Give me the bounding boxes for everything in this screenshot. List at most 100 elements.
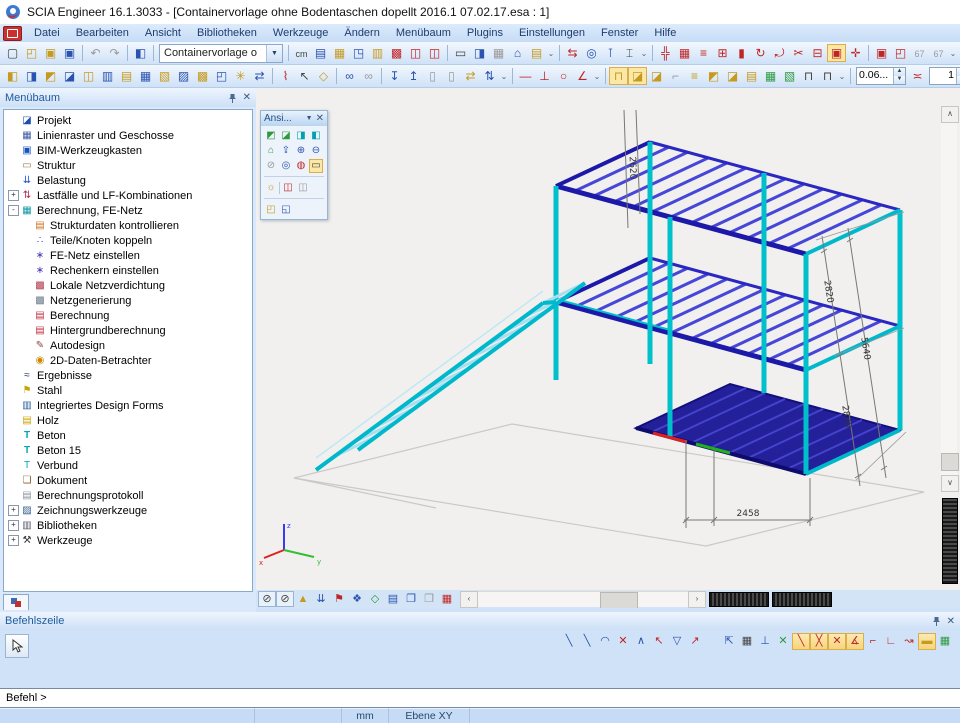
menu-plugins[interactable]: Plugins <box>459 27 511 39</box>
tree-item-bibliotheken[interactable]: +Bibliotheken <box>4 518 252 533</box>
render-window-alt-icon[interactable] <box>420 591 438 607</box>
member-curve-icon[interactable] <box>770 44 789 62</box>
horizontal-scrollbar[interactable] <box>460 591 706 607</box>
tree-item-autodesign[interactable]: Autodesign <box>4 338 252 353</box>
light-icon[interactable] <box>264 181 278 195</box>
view-settings-icon[interactable] <box>296 181 310 195</box>
snap-face-icon[interactable] <box>668 633 686 650</box>
flip-icon[interactable] <box>480 67 499 85</box>
tree-item-werkzeuge[interactable]: +Werkzeuge <box>4 533 252 548</box>
draw-perpendicular-icon[interactable] <box>535 67 554 85</box>
scale-spinner[interactable]: 0.06... ▲▼ <box>856 67 906 85</box>
print-preview-icon[interactable] <box>470 44 489 62</box>
vscroll-track[interactable] <box>941 123 957 475</box>
scia-window-icon[interactable] <box>3 26 22 41</box>
beam-tool-1-icon[interactable] <box>3 67 22 85</box>
print-icon[interactable] <box>451 44 470 62</box>
zoom-previous-icon[interactable] <box>264 159 278 173</box>
pin-icon[interactable] <box>932 616 941 626</box>
beam-tool-4-icon[interactable] <box>60 67 79 85</box>
tree-item-struktur[interactable]: Struktur <box>4 158 252 173</box>
frame-mode-7-icon[interactable] <box>723 67 742 85</box>
member-grid-icon[interactable] <box>675 44 694 62</box>
zoom-all-icon[interactable] <box>279 159 293 173</box>
labels-display-icon[interactable] <box>330 591 348 607</box>
results-window-icon[interactable] <box>425 44 444 62</box>
redo-icon[interactable] <box>105 44 124 62</box>
draw-circle-icon[interactable] <box>554 67 573 85</box>
member-add-icon[interactable] <box>656 44 675 62</box>
supports-display-icon[interactable] <box>294 591 312 607</box>
tree-item-netzverdichtung[interactable]: Lokale Netzverdichtung <box>4 278 252 293</box>
menu-datei[interactable]: Datei <box>26 27 68 39</box>
balance-icon[interactable] <box>908 67 927 85</box>
mesh-icon[interactable] <box>387 44 406 62</box>
link-icon[interactable] <box>340 67 359 85</box>
beam-tool-8-icon[interactable] <box>136 67 155 85</box>
snap-line-icon[interactable] <box>560 633 578 650</box>
snap-node-active-icon[interactable] <box>828 633 846 650</box>
member-active-mode-icon[interactable] <box>827 44 846 62</box>
tree-item-verbund[interactable]: Verbund <box>4 458 252 473</box>
member-rotate-icon[interactable] <box>751 44 770 62</box>
member-remove-icon[interactable] <box>808 44 827 62</box>
calculation-window-icon[interactable] <box>406 44 425 62</box>
expander-plus[interactable]: + <box>8 535 19 546</box>
snap-endpoint-icon[interactable] <box>578 633 596 650</box>
view-parameters-icon[interactable] <box>279 203 293 217</box>
snap-arc-icon[interactable] <box>596 633 614 650</box>
command-input[interactable]: Befehl > <box>0 688 960 708</box>
menu-hilfe[interactable]: Hilfe <box>646 27 684 39</box>
view-z-icon[interactable] <box>294 129 308 143</box>
cursor-mode-button[interactable] <box>5 634 29 658</box>
document-home-icon[interactable] <box>508 44 527 62</box>
draw-angle-icon[interactable] <box>573 67 592 85</box>
snap-cross-active-icon[interactable] <box>810 633 828 650</box>
tree-item-holz[interactable]: Holz <box>4 413 252 428</box>
tree-item-linienraster[interactable]: Linienraster und Geschosse <box>4 128 252 143</box>
render-window-icon[interactable] <box>402 591 420 607</box>
tree-item-dokument[interactable]: Dokument <box>4 473 252 488</box>
tree-item-strukturdaten[interactable]: Strukturdaten kontrollieren <box>4 218 252 233</box>
scroll-left-icon[interactable] <box>460 591 478 608</box>
palette-close-icon[interactable] <box>316 113 324 124</box>
close-command-panel-icon[interactable] <box>947 616 955 627</box>
beam-tool-5-icon[interactable] <box>79 67 98 85</box>
load-view-icon[interactable] <box>891 44 910 62</box>
hscroll-track[interactable] <box>478 591 688 607</box>
expander-plus[interactable]: + <box>8 190 19 201</box>
tree-item-bim[interactable]: BIM-Werkzeugkasten <box>4 143 252 158</box>
beam-tool-12-icon[interactable] <box>212 67 231 85</box>
bottom-deck[interactable] <box>636 384 900 474</box>
volumes-toggle-icon[interactable] <box>258 591 276 607</box>
snap-ortho-icon[interactable] <box>756 633 774 650</box>
tree-item-ergebnisse[interactable]: Ergebnisse <box>4 368 252 383</box>
close-panel-icon[interactable] <box>243 92 251 103</box>
member-layers-icon[interactable] <box>694 44 713 62</box>
snap-perpendicular-icon[interactable] <box>864 633 882 650</box>
save-view-icon[interactable] <box>872 44 891 62</box>
stairs[interactable] <box>316 283 585 470</box>
bim-box-icon[interactable] <box>330 44 349 62</box>
menu-ansicht[interactable]: Ansicht <box>137 27 189 39</box>
roof-deck[interactable] <box>556 142 900 254</box>
frame-mode-11-icon[interactable] <box>799 67 818 85</box>
tree-item-lastfaelle[interactable]: +Lastfälle und LF-Kombinationen <box>4 188 252 203</box>
zoom-in-icon[interactable] <box>294 144 308 158</box>
mid-deck[interactable] <box>556 258 900 370</box>
menu-einstellungen[interactable]: Einstellungen <box>511 27 593 39</box>
tree-item-beton15[interactable]: Beton 15 <box>4 443 252 458</box>
zoom-window-icon[interactable] <box>309 159 323 173</box>
beam-tool-11-icon[interactable] <box>193 67 212 85</box>
count-spin-buttons[interactable]: ▲▼ <box>956 68 960 84</box>
tree-item-rechenkern[interactable]: Rechenkern einstellen <box>4 263 252 278</box>
frame-mode-10-icon[interactable] <box>780 67 799 85</box>
wireframe-view-icon[interactable] <box>264 144 278 158</box>
snap-nearest-icon[interactable] <box>900 633 918 650</box>
pointer-select-icon[interactable] <box>295 67 314 85</box>
frame-mode-1-icon[interactable] <box>609 67 628 85</box>
swap-icon[interactable] <box>250 67 269 85</box>
snap-intersection-icon[interactable] <box>614 633 632 650</box>
menu-bibliotheken[interactable]: Bibliotheken <box>189 27 265 39</box>
beam-tool-2-icon[interactable] <box>22 67 41 85</box>
